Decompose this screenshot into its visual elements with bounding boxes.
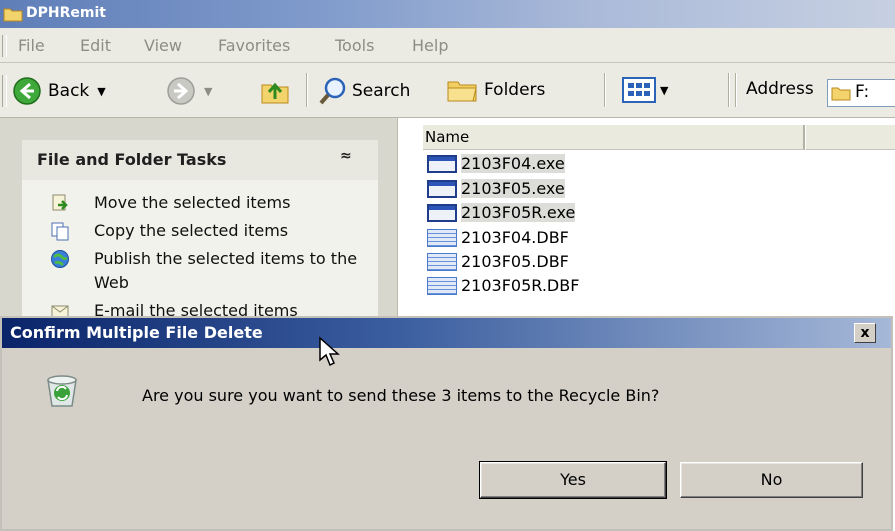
task-label: Move the selected items <box>94 193 291 212</box>
folders-label: Folders <box>484 80 546 100</box>
up-folder-icon[interactable] <box>260 77 290 105</box>
exe-file-icon <box>427 179 457 198</box>
menu-tools[interactable]: Tools <box>335 36 374 55</box>
file-row[interactable]: 2103F04.DBF <box>427 226 569 249</box>
mouse-pointer-icon <box>319 336 340 367</box>
menu-bar: File Edit View Favorites Tools Help <box>0 28 895 63</box>
publish-web-icon <box>51 250 69 268</box>
name-column-label: Name <box>425 128 470 146</box>
menu-file[interactable]: File <box>18 36 45 55</box>
task-label: Publish the selected items to the Web <box>94 249 358 292</box>
toolbar-separator <box>735 73 736 107</box>
address-field[interactable]: F: <box>827 79 895 107</box>
back-dropdown-icon[interactable]: ▼ <box>97 85 105 98</box>
folder-icon <box>831 87 851 101</box>
menu-help[interactable]: Help <box>412 36 448 55</box>
file-name: 2103F04.exe <box>461 154 565 173</box>
file-row[interactable]: 2103F05.exe <box>427 177 565 200</box>
toolbar-separator <box>604 73 605 107</box>
forward-button[interactable]: ▼ <box>166 76 212 106</box>
menu-view[interactable]: View <box>144 36 182 55</box>
copy-icon <box>51 222 69 241</box>
column-header[interactable] <box>806 125 895 150</box>
toolbar-separator <box>306 73 307 107</box>
file-row[interactable]: 2103F05R.DBF <box>427 274 579 297</box>
back-button[interactable]: Back ▼ <box>12 76 106 106</box>
folder-icon <box>3 8 23 22</box>
task-copy-items[interactable]: Copy the selected items <box>50 219 364 243</box>
toolbar-separator <box>728 73 729 107</box>
back-arrow-icon <box>13 77 41 105</box>
recycle-bin-icon <box>47 375 77 407</box>
no-button[interactable]: No <box>680 462 863 498</box>
file-name: 2103F05.DBF <box>461 252 569 271</box>
back-label: Back <box>48 81 90 101</box>
menu-favorites[interactable]: Favorites <box>218 36 290 55</box>
name-column-header[interactable]: Name <box>423 125 805 150</box>
forward-dropdown-icon[interactable]: ▼ <box>204 85 212 98</box>
file-row[interactable]: 2103F05R.exe <box>427 201 576 224</box>
file-name: 2103F05.exe <box>461 179 565 198</box>
search-label: Search <box>352 81 411 101</box>
dialog-title: Confirm Multiple File Delete <box>10 323 263 342</box>
toolbar: Back ▼ ▼ Search Folders ▼ Address F: <box>0 63 895 118</box>
toolbar-grip[interactable] <box>2 75 7 107</box>
folders-icon <box>447 81 477 102</box>
task-label: Copy the selected items <box>94 221 289 240</box>
confirm-delete-dialog: Confirm Multiple File Delete x Are you s… <box>0 316 893 531</box>
dialog-close-button[interactable]: x <box>854 323 876 343</box>
file-row[interactable]: 2103F04.exe <box>427 152 565 175</box>
close-icon: x <box>860 325 870 341</box>
folders-button[interactable]: Folders <box>446 76 545 104</box>
task-panel-header[interactable]: File and Folder Tasks ≈ <box>22 140 378 180</box>
task-publish-web[interactable]: Publish the selected items to the Web <box>50 247 364 295</box>
dialog-title-bar[interactable]: Confirm Multiple File Delete x <box>2 318 891 348</box>
exe-file-icon <box>427 203 457 222</box>
search-button[interactable]: Search <box>318 76 410 106</box>
dialog-message: Are you sure you want to send these 3 it… <box>142 386 660 405</box>
move-icon <box>52 194 68 211</box>
window-title-bar[interactable]: DPHRemit <box>0 0 895 28</box>
views-dropdown-icon[interactable]: ▼ <box>660 84 668 97</box>
address-label: Address <box>746 79 814 99</box>
views-button[interactable]: ▼ <box>622 77 668 103</box>
yes-button[interactable]: Yes <box>479 461 667 499</box>
task-move-items[interactable]: Move the selected items <box>50 191 364 215</box>
task-panel-title: File and Folder Tasks <box>37 150 227 169</box>
collapse-chevron-icon[interactable]: ≈ <box>340 148 352 164</box>
address-value: F: <box>855 82 870 102</box>
file-name: 2103F05R.DBF <box>461 276 580 295</box>
file-name: 2103F05R.exe <box>461 203 576 222</box>
dbf-file-icon <box>427 252 457 271</box>
file-name: 2103F04.DBF <box>461 228 569 247</box>
window-title: DPHRemit <box>26 5 106 21</box>
views-icon <box>622 77 656 103</box>
menu-edit[interactable]: Edit <box>80 36 111 55</box>
file-row[interactable]: 2103F05.DBF <box>427 250 569 273</box>
menu-grip[interactable] <box>2 35 7 57</box>
dbf-file-icon <box>427 228 457 247</box>
forward-arrow-icon <box>167 77 195 105</box>
exe-file-icon <box>427 154 457 173</box>
search-icon <box>319 77 346 105</box>
dbf-file-icon <box>427 276 457 295</box>
